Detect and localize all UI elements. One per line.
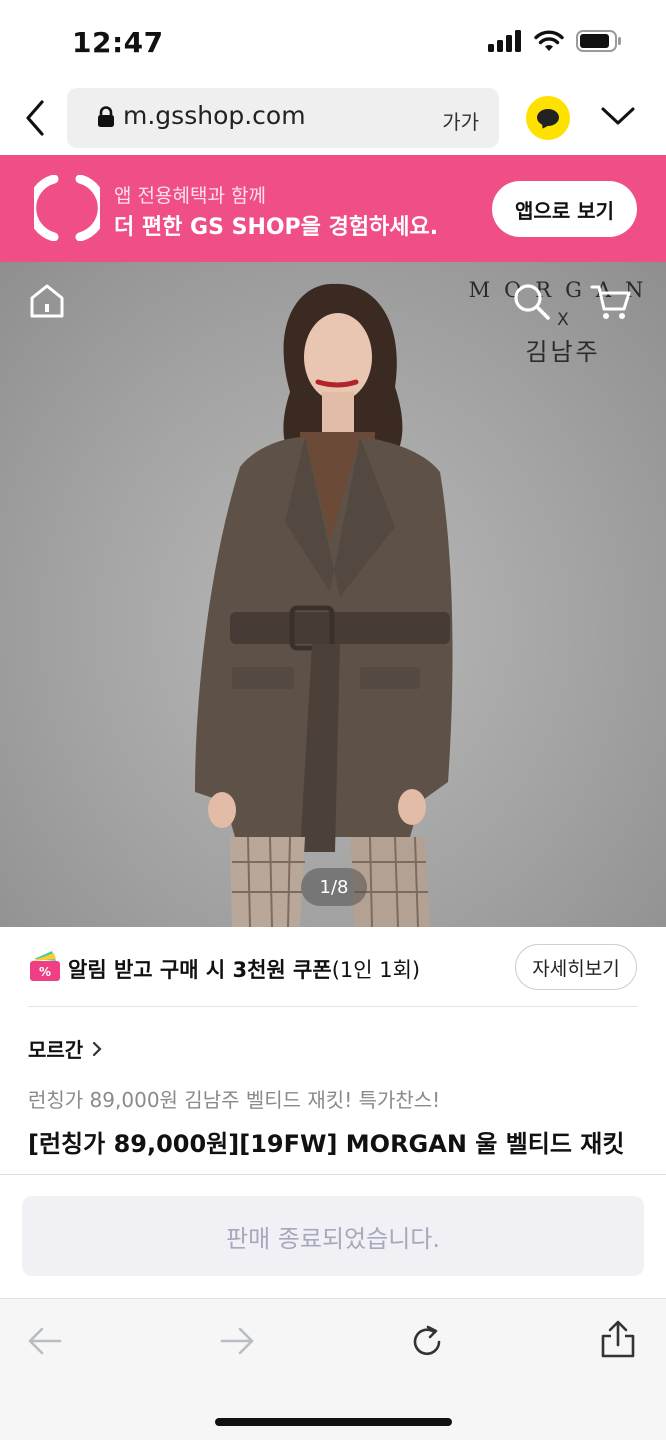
brand-person: 김남주 bbox=[525, 338, 601, 366]
text-size-button[interactable]: 가가 bbox=[442, 106, 479, 135]
coupon-row: % 알림 받고 구매 시 3천원 쿠폰(1인 1회) 자세히보기 bbox=[0, 927, 666, 1007]
sold-out-button: 판매 종료되었습니다. bbox=[22, 1196, 644, 1276]
status-bar: 12:47 bbox=[0, 0, 666, 86]
home-icon[interactable] bbox=[28, 282, 66, 320]
svg-text:%: % bbox=[39, 965, 51, 979]
status-icons bbox=[488, 30, 622, 52]
kakaotalk-icon[interactable] bbox=[526, 96, 570, 140]
status-time: 12:47 bbox=[72, 26, 164, 59]
coupon-icon: % bbox=[30, 951, 60, 981]
url-text: m.gsshop.com bbox=[123, 101, 306, 130]
product-title: [런칭가 89,000원][19FW] MORGAN 울 벨티드 재킷 bbox=[28, 1130, 625, 1158]
coupon-text: 알림 받고 구매 시 3천원 쿠폰(1인 1회) bbox=[68, 954, 420, 984]
wifi-icon bbox=[534, 30, 564, 51]
chevron-down-icon[interactable] bbox=[600, 104, 636, 128]
app-promo-banner: 앱 전용혜택과 함께 더 편한 GS SHOP을 경험하세요. 앱으로 보기 bbox=[0, 155, 666, 262]
browser-address-row: m.gsshop.com 가가 bbox=[0, 86, 666, 154]
brand-link-label: 모르간 bbox=[28, 1038, 84, 1062]
banner-line2: 더 편한 GS SHOP을 경험하세요. bbox=[114, 215, 439, 240]
brand-link[interactable]: 모르간 bbox=[28, 1034, 103, 1063]
address-bar[interactable]: m.gsshop.com 가가 bbox=[67, 88, 499, 148]
banner-line1: 앱 전용혜택과 함께 bbox=[114, 185, 266, 207]
image-pager: 1/8 bbox=[301, 868, 367, 906]
lock-icon bbox=[98, 106, 114, 127]
search-icon[interactable] bbox=[512, 282, 552, 322]
forward-arrow-icon[interactable] bbox=[218, 1323, 256, 1359]
share-icon[interactable] bbox=[600, 1319, 636, 1359]
product-image-carousel[interactable]: MORGAN X 김남주 1/8 bbox=[0, 262, 666, 927]
reload-icon[interactable] bbox=[408, 1323, 446, 1361]
gs-shop-logo-icon bbox=[34, 175, 100, 241]
home-indicator bbox=[215, 1418, 452, 1426]
chevron-right-icon bbox=[93, 1041, 102, 1056]
signal-icon bbox=[488, 30, 521, 52]
divider bbox=[0, 1174, 666, 1175]
coupon-text-bold: 알림 받고 구매 시 3천원 쿠폰 bbox=[68, 958, 332, 982]
battery-icon bbox=[576, 30, 621, 52]
cart-icon[interactable] bbox=[590, 282, 632, 322]
open-app-button[interactable]: 앱으로 보기 bbox=[492, 181, 637, 237]
divider bbox=[28, 1006, 638, 1007]
coupon-detail-button[interactable]: 자세히보기 bbox=[515, 944, 637, 990]
product-promo-text: 런칭가 89,000원 김남주 벨티드 재킷! 특가찬스! bbox=[28, 1088, 441, 1112]
coupon-text-rest: (1인 1회) bbox=[331, 958, 421, 982]
back-chevron-icon[interactable] bbox=[18, 98, 54, 138]
back-arrow-icon[interactable] bbox=[26, 1323, 64, 1359]
